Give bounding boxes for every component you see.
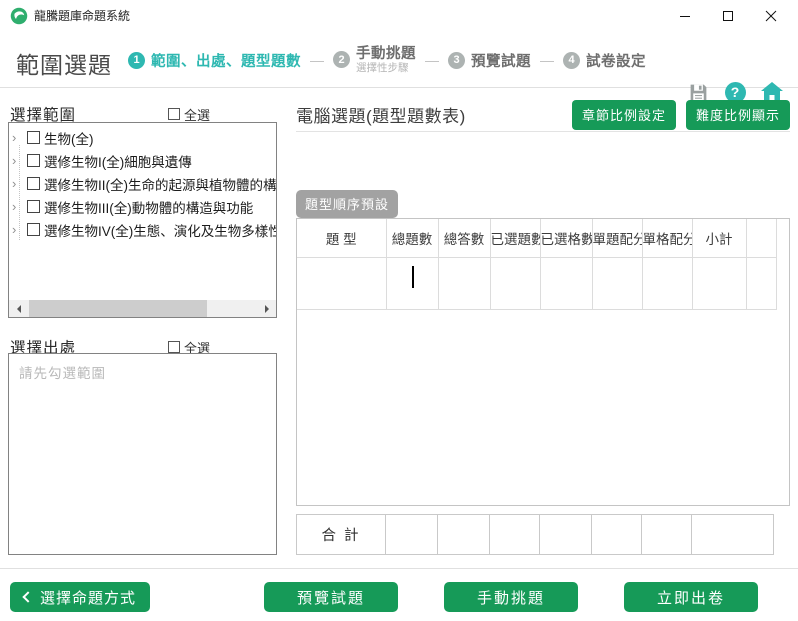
chapter-ratio-button[interactable]: 章節比例設定 [571, 100, 676, 130]
step-4-label: 試卷設定 [586, 53, 646, 70]
total-cell [641, 514, 692, 555]
col-extra [746, 219, 777, 258]
scope-tree: › 生物(全) › 選修生物I(全)細胞與遺傳 › 選修生物II(全)生命的起源… [9, 123, 276, 300]
step-3-number: 3 [448, 51, 465, 69]
cell-selected-blanks[interactable] [540, 257, 593, 310]
scrollbar-thumb[interactable] [29, 300, 207, 317]
page-title: 範圍選題 [16, 52, 112, 78]
minimize-button[interactable] [668, 0, 702, 32]
generate-exam-button[interactable]: 立即出卷 [624, 582, 758, 612]
maximize-button[interactable] [711, 0, 745, 32]
step-4: 4 試卷設定 [563, 50, 646, 71]
col-points-per-question: 單題配分 [592, 219, 643, 258]
cell-points-per-blank[interactable] [642, 257, 693, 310]
scope-tree-panel: › 生物(全) › 選修生物I(全)細胞與遺傳 › 選修生物II(全)生命的起源… [8, 122, 277, 318]
window-title: 龍騰題庫命題系統 [34, 9, 131, 23]
preview-questions-button[interactable]: 預覽試題 [264, 582, 398, 612]
cell-total-answers[interactable] [438, 257, 491, 310]
cell-subtotal[interactable] [692, 257, 747, 310]
expand-chevron-icon[interactable]: › [12, 131, 25, 144]
cell-question-type[interactable] [297, 257, 387, 310]
col-points-per-blank: 單格配分 [642, 219, 693, 258]
panel-divider [296, 131, 790, 132]
step-1-label: 範圍、出處、題型題數 [151, 53, 301, 70]
cell-selected-questions[interactable] [490, 257, 541, 310]
tree-item-elective-1[interactable]: › 選修生物I(全)細胞與遺傳 [9, 149, 276, 172]
total-cell [385, 514, 438, 555]
app-window: 龍騰題庫命題系統 範圍選題 1 範圍、出處、題型題數 — 2 手動挑題 選擇性步… [0, 0, 798, 621]
total-cell [489, 514, 540, 555]
step-1: 1 範圍、出處、題型題數 [128, 50, 301, 71]
main-panel-title: 電腦選題(題型題數表) [296, 107, 466, 126]
total-cell [539, 514, 592, 555]
total-cell [591, 514, 642, 555]
question-type-table-container: 題 型 總題數 總答數 已選題數 已選格數 單題配分 單格配分 小計 [296, 218, 790, 506]
tree-item-checkbox[interactable] [27, 131, 40, 144]
cell-extra [746, 257, 777, 310]
col-total-questions: 總題數 [386, 219, 439, 258]
scope-select-all[interactable]: 全選 [168, 105, 210, 124]
tree-item-elective-4[interactable]: › 選修生物IV(全)生態、演化及生物多樣性 [9, 218, 276, 241]
back-to-method-button[interactable]: 選擇命題方式 [10, 582, 150, 612]
total-cell [437, 514, 490, 555]
source-select-all-checkbox[interactable] [168, 341, 181, 353]
col-selected-questions: 已選題數 [490, 219, 541, 258]
col-question-type: 題 型 [297, 219, 387, 258]
table-header-row: 題 型 總題數 總答數 已選題數 已選格數 單題配分 單格配分 小計 [297, 219, 777, 258]
title-bar: 龍騰題庫命題系統 [0, 0, 798, 32]
tree-item-checkbox[interactable] [27, 177, 40, 190]
manual-pick-button[interactable]: 手動挑題 [444, 582, 578, 612]
tree-item-elective-2[interactable]: › 選修生物II(全)生命的起源與植物體的構造 [9, 172, 276, 195]
difficulty-ratio-button[interactable]: 難度比例顯示 [685, 100, 790, 130]
step-3-label: 預覽試題 [471, 53, 531, 70]
cell-points-per-question[interactable] [592, 257, 643, 310]
step-3: 3 預覽試題 [448, 50, 531, 71]
total-row: 合 計 [296, 514, 774, 555]
tree-item-elective-3[interactable]: › 選修生物III(全)動物體的構造與功能 [9, 195, 276, 218]
tree-item-checkbox[interactable] [27, 200, 40, 213]
source-list-panel[interactable]: 請先勾選範圍 [8, 353, 277, 555]
total-cell [691, 514, 774, 555]
step-separator: — [425, 52, 439, 68]
source-placeholder: 請先勾選範圍 [19, 366, 106, 381]
step-separator: — [310, 52, 324, 68]
total-row-table: 合 計 [296, 514, 774, 555]
table-row [297, 257, 777, 310]
step-2-label: 手動挑題 [356, 45, 416, 62]
question-order-preset-button[interactable]: 題型順序預設 [296, 190, 399, 218]
step-2: 2 手動挑題 選擇性步驟 [333, 46, 416, 75]
col-subtotal: 小計 [692, 219, 747, 258]
footer-divider [0, 568, 798, 569]
step-indicator: 1 範圍、出處、題型題數 — 2 手動挑題 選擇性步驟 — 3 預覽試題 — 4… [128, 32, 646, 88]
back-chevron-icon [22, 591, 34, 603]
question-type-table: 題 型 總題數 總答數 已選題數 已選格數 單題配分 單格配分 小計 [297, 219, 777, 310]
tree-guide-line [19, 145, 20, 240]
cell-total-questions[interactable] [386, 257, 439, 310]
step-2-subtitle: 選擇性步驟 [356, 62, 409, 75]
text-caret [412, 265, 414, 288]
total-label-cell: 合 計 [296, 514, 386, 555]
step-separator: — [540, 52, 554, 68]
step-2-number: 2 [333, 51, 350, 69]
col-total-answers: 總答數 [438, 219, 491, 258]
scope-select-all-checkbox[interactable] [168, 108, 181, 120]
scroll-right-arrow[interactable] [259, 300, 276, 317]
tree-item-checkbox[interactable] [27, 223, 40, 236]
header: 範圍選題 1 範圍、出處、題型題數 — 2 手動挑題 選擇性步驟 — 3 預覽試… [0, 32, 798, 103]
close-button[interactable] [754, 0, 788, 32]
step-4-number: 4 [563, 51, 580, 69]
tree-item-checkbox[interactable] [27, 154, 40, 167]
horizontal-scrollbar[interactable] [9, 300, 276, 317]
scroll-left-arrow[interactable] [9, 300, 26, 317]
col-selected-blanks: 已選格數 [540, 219, 593, 258]
tree-item-biology-all[interactable]: › 生物(全) [9, 126, 276, 149]
step-1-number: 1 [128, 51, 145, 69]
app-logo-icon [10, 7, 28, 25]
scope-select-all-label: 全選 [184, 107, 211, 123]
